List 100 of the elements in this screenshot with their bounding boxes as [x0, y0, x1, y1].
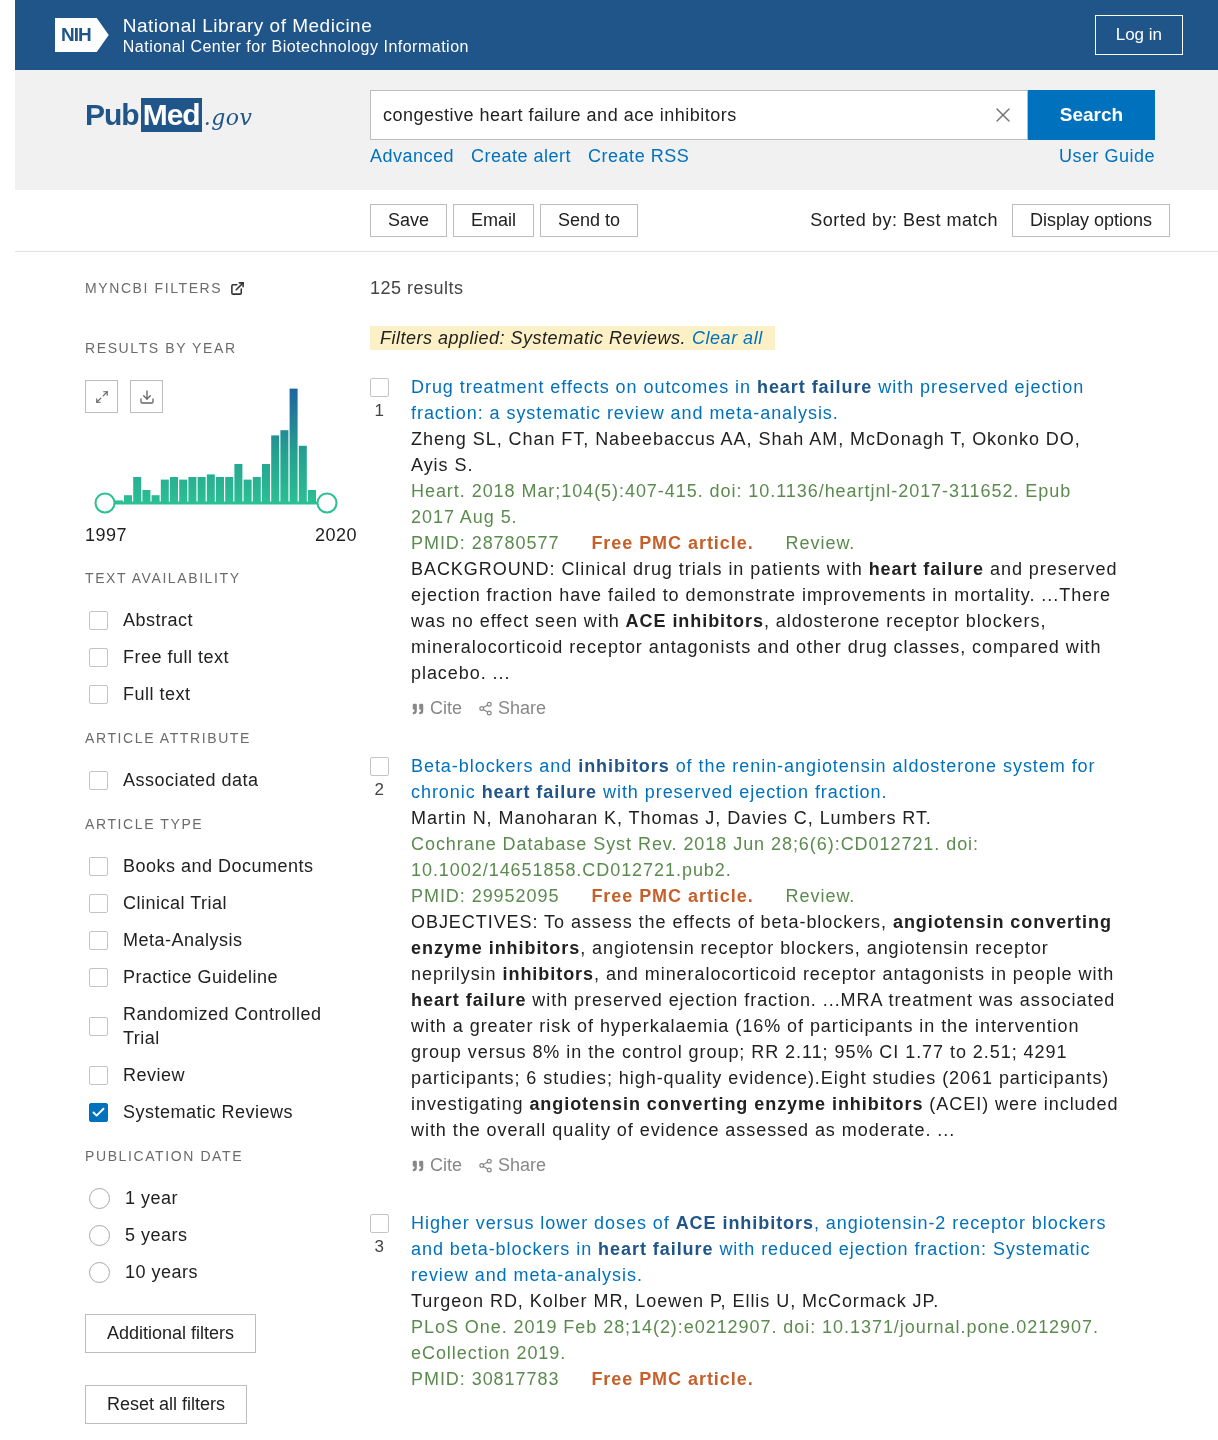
filter-option-label[interactable]: Practice Guideline [123, 965, 279, 989]
search-link[interactable]: Advanced [370, 146, 455, 167]
radio-button[interactable] [89, 1187, 110, 1209]
checkbox[interactable] [89, 610, 108, 630]
expand-icon [94, 389, 109, 404]
radio-button[interactable] [89, 1224, 110, 1246]
checkbox[interactable] [89, 1065, 108, 1085]
clear-all-link[interactable]: Clear all [692, 327, 763, 349]
year-label: 1997 [85, 525, 128, 546]
cite-button[interactable]: Cite [411, 698, 462, 719]
filter-option-label[interactable]: Randomized Controlled Trial [123, 1002, 343, 1050]
section-heading: PUBLICATION DATE [85, 1147, 245, 1166]
share-button[interactable]: Share [478, 698, 547, 719]
quote-icon [411, 1158, 425, 1173]
checkbox[interactable] [89, 770, 108, 790]
action-button[interactable]: Email [453, 204, 535, 237]
search-field[interactable]: congestive heart failure and ace inhibitors [370, 90, 1028, 140]
result-number: 3 [374, 1237, 385, 1257]
section-heading: TEXT AVAILABILITY [85, 569, 242, 588]
range-handle[interactable] [316, 492, 338, 514]
abstract-snippet: BACKGROUND: Clinical drug trials in patients with heart failure and preserved ejection fraction have failed to demonstrate improvements in mortality. ...There was no effect seen with ACE inhibitors, aldosterone receptor blockers, mineralocorticoid receptor antagonists and other drug classes, compared with placebo. ... [411, 558, 1119, 685]
checkbox[interactable] [89, 856, 108, 876]
nih-logo[interactable]: NIH [55, 18, 109, 52]
sort-label: Sorted by: Best match [810, 210, 998, 231]
checkbox[interactable] [89, 1102, 108, 1122]
share-icon [478, 1158, 493, 1173]
cite-button[interactable]: Cite [411, 1155, 462, 1176]
pmid: PMID: 28780577 [411, 532, 560, 555]
checkbox[interactable] [89, 893, 108, 913]
filter-option-label[interactable]: Full text [123, 682, 191, 706]
author-list: Martin N, Manoharan K, Thomas J, Davies C, Lumbers RT. [411, 805, 1120, 831]
year-label: 2020 [314, 525, 357, 546]
filter-option-label[interactable]: Review [123, 1063, 186, 1087]
external-link-icon[interactable] [230, 280, 246, 296]
journal-citation: PLoS One. 2019 Feb 28;14(2):e0212907. doi: 10.1371/journal.pone.0212907. eCollection 2019. [411, 1316, 1100, 1365]
histogram-bar [206, 474, 215, 503]
author-list: Zheng SL, Chan FT, Nabeebaccus AA, Shah AM, McDonagh T, Okonko DO, Ayis S. [411, 426, 1120, 478]
journal-citation: Heart. 2018 Mar;104(5):407-415. doi: 10.1136/heartjnl-2017-311652. Epub 2017 Aug 5. [411, 480, 1073, 529]
filter-button[interactable]: Reset all filters [85, 1385, 248, 1424]
filter-option-label[interactable]: Clinical Trial [123, 891, 228, 915]
checkbox[interactable] [370, 1214, 389, 1233]
filter-option-label[interactable]: Free full text [123, 645, 230, 669]
filter-option-label[interactable]: Associated data [123, 768, 259, 792]
login-button[interactable]: Log in [1094, 15, 1183, 55]
free-article-label: Free PMC article. [591, 1368, 754, 1391]
article-title-link[interactable]: Beta-blockers and inhibitors of the renin-angiotensin aldosterone system for chronic heart failure with preserved ejection fraction. [411, 753, 1120, 805]
histogram-bar [188, 477, 197, 503]
free-article-label: Free PMC article. [591, 885, 754, 908]
search-button[interactable]: Search [1028, 90, 1155, 140]
display-options-button[interactable]: Display options [1011, 204, 1170, 237]
pmid: PMID: 30817783 [411, 1368, 560, 1391]
result-count: 125 results [370, 278, 465, 298]
filter-option-label[interactable]: Books and Documents [123, 854, 314, 878]
radio-button[interactable] [89, 1261, 110, 1283]
checkbox[interactable] [89, 930, 108, 950]
checkbox[interactable] [370, 757, 389, 776]
filter-option-label[interactable]: 1 year [125, 1186, 179, 1210]
section-heading: MYNCBI FILTERS [85, 280, 223, 296]
histogram-bar [197, 477, 206, 503]
checkbox[interactable] [89, 647, 108, 667]
checkbox[interactable] [89, 1016, 108, 1036]
user-guide-link[interactable]: User Guide [1058, 146, 1155, 167]
search-link[interactable]: Create alert [471, 146, 572, 167]
range-handle[interactable] [94, 492, 116, 514]
author-list: Turgeon RD, Kolber MR, Loewen P, Ellis U, McCormack JP. [411, 1288, 1120, 1314]
filter-option-label[interactable]: 5 years [125, 1223, 188, 1247]
filter-option-label[interactable]: 10 years [125, 1260, 199, 1284]
action-button[interactable]: Send to [540, 204, 639, 237]
checkbox[interactable] [370, 378, 389, 397]
result-number: 1 [374, 401, 385, 421]
section-heading: ARTICLE ATTRIBUTE [85, 729, 252, 748]
article-type: Review. [785, 885, 856, 908]
filter-option-label[interactable]: Meta-Analysis [123, 928, 243, 952]
checkbox[interactable] [89, 967, 108, 987]
filter-option-label[interactable]: Abstract [123, 608, 194, 632]
filter-option-label[interactable]: Systematic Reviews [123, 1100, 294, 1124]
expand-button[interactable] [85, 380, 118, 413]
logo-domain[interactable]: .gov [203, 105, 253, 130]
abstract-snippet: OBJECTIVES: To assess the effects of beta-blockers, angiotensin converting enzyme inhibitors, angiotensin receptor blockers, angiotensin receptor neprilysin inhibitors, and mineralocorticoid receptor antagonists in people with heart failure with preserved ejection fraction. ...MRA treatment was associated with a greater risk of hyperkalaemia (16% of participants in the intervention group versus 8% in the control group; RR 2.11; 95% CI 1.77 to 2.51; 4291 participants; 6 studies; high-quality evidence).Eight studies (2061 participants) investigating angiotensin converting enzyme inhibitors (ACEI) were included with the overall quality of evidence assessed as moderate. ... [411, 911, 1120, 1142]
site-subtitle: National Center for Biotechnology Information [122, 36, 470, 57]
share-button[interactable]: Share [478, 1155, 547, 1176]
download-icon [138, 388, 155, 405]
logo-text[interactable]: Pub [85, 98, 139, 132]
quote-icon [411, 701, 425, 716]
download-button[interactable] [130, 380, 163, 413]
checkbox[interactable] [89, 684, 108, 704]
logo-text[interactable]: Med [140, 98, 202, 132]
free-article-label: Free PMC article. [591, 532, 754, 555]
filter-text: Filters applied: Systematic Reviews. [380, 327, 687, 349]
site-title: National Library of Medicine [122, 13, 374, 37]
filter-button[interactable]: Additional filters [85, 1314, 257, 1353]
search-link[interactable]: Create RSS [588, 146, 690, 167]
section-heading: ARTICLE TYPE [85, 815, 205, 834]
article-title-link[interactable]: Higher versus lower doses of ACE inhibitors, angiotensin-2 receptor blockers and beta-blockers in heart failure with reduced ejection fraction: Systematic review and meta-analysis. [411, 1210, 1120, 1288]
share-icon [478, 701, 493, 716]
article-title-link[interactable]: Drug treatment effects on outcomes in heart failure with preserved ejection fraction: a systematic review and meta-analysis. [411, 374, 1120, 426]
section-heading: RESULTS BY YEAR [85, 339, 238, 358]
histogram-bar [179, 479, 188, 503]
action-button[interactable]: Save [370, 204, 448, 237]
result-number: 2 [374, 780, 385, 800]
